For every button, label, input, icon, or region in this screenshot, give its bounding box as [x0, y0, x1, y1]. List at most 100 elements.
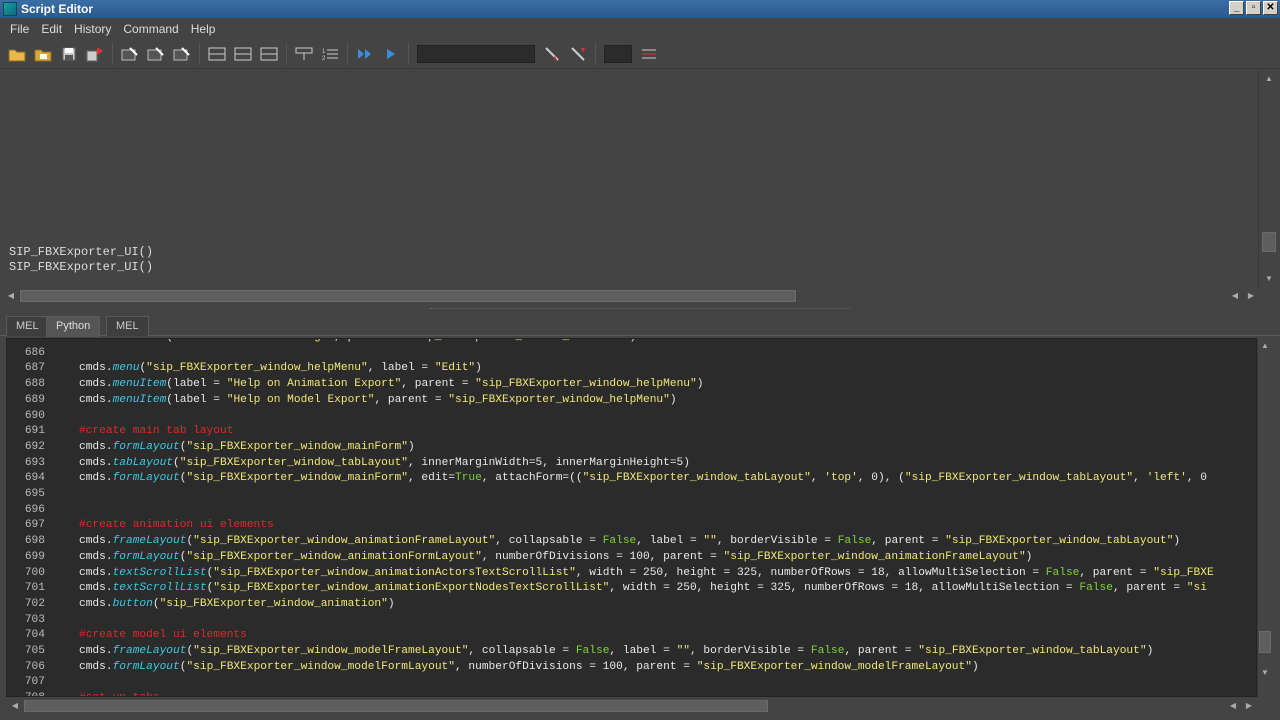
- show-input-only-icon[interactable]: [232, 43, 254, 65]
- line-number: 704: [24, 629, 45, 642]
- code-line: 688 cmds.menuItem(label = "Help on Animat…: [7, 376, 1256, 392]
- line-number: 686: [24, 346, 45, 359]
- search-field[interactable]: [417, 45, 535, 63]
- menu-command[interactable]: Command: [117, 22, 184, 36]
- goto-line-icon[interactable]: [638, 43, 660, 65]
- scroll-thumb[interactable]: [1262, 232, 1276, 252]
- tab-mel[interactable]: MEL: [6, 316, 49, 336]
- scroll-down-arrow-icon[interactable]: ▼: [1258, 666, 1272, 680]
- close-button[interactable]: ✕: [1263, 1, 1278, 15]
- line-number: 702: [24, 597, 45, 610]
- code-text: cmds.formLayout("sip_FBXExporter_window_…: [79, 660, 979, 673]
- code-line: 686: [7, 345, 1256, 361]
- line-number: 706: [24, 660, 45, 673]
- scroll-left-step-icon[interactable]: ◀: [1228, 289, 1242, 303]
- search-next-icon[interactable]: [541, 43, 563, 65]
- line-number: 692: [24, 440, 45, 453]
- clear-all-icon[interactable]: [171, 43, 193, 65]
- goto-line-field[interactable]: [604, 45, 632, 63]
- history-line: SIP_FBXExporter_UI(): [9, 245, 154, 259]
- line-number: 694: [24, 472, 45, 485]
- history-pane[interactable]: SIP_FBXExporter_UI() SIP_FBXExporter_UI(…: [0, 70, 1258, 288]
- code-line: 702 cmds.button("sip_FBXExporter_window_a…: [7, 596, 1256, 612]
- echo-all-commands-icon[interactable]: [293, 43, 315, 65]
- code-line: 708 #set up tabs: [7, 690, 1256, 696]
- scroll-up-arrow-icon[interactable]: ▲: [1258, 339, 1272, 353]
- toolbar-separator: [595, 43, 596, 65]
- code-text: cmds.formLayout("sip_FBXExporter_window_…: [79, 472, 1208, 485]
- maya-app-icon: [3, 2, 17, 16]
- menu-edit[interactable]: Edit: [35, 22, 68, 36]
- scroll-thumb[interactable]: [1259, 631, 1271, 653]
- code-line: 707: [7, 674, 1256, 690]
- code-text: cmds.menuItem(label = "Help on Model Exp…: [79, 393, 677, 406]
- code-line: 689 cmds.menuItem(label = "Help on Model …: [7, 392, 1256, 408]
- code-text: cmds.formLayout("sip_FBXExporter_window_…: [79, 550, 1033, 563]
- scroll-right-arrow-icon[interactable]: ▶: [1242, 699, 1256, 713]
- editor-horizontal-scrollbar[interactable]: ◀ ◀ ▶: [0, 698, 1280, 714]
- code-text: #create main tab layout: [79, 425, 234, 438]
- show-both-icon[interactable]: [258, 43, 280, 65]
- line-number: 696: [24, 503, 45, 516]
- code-line: 696: [7, 502, 1256, 518]
- history-vertical-scrollbar[interactable]: ▲ ▼: [1258, 70, 1280, 288]
- code-line: 690: [7, 408, 1256, 424]
- line-number: 703: [24, 613, 45, 626]
- scroll-right-arrow-icon[interactable]: ▶: [1244, 289, 1258, 303]
- toolbar-separator: [408, 43, 409, 65]
- source-script-icon[interactable]: [32, 43, 54, 65]
- toolbar-separator: [199, 43, 200, 65]
- line-number: 690: [24, 409, 45, 422]
- show-history-only-icon[interactable]: [206, 43, 228, 65]
- code-text: cmds.frameLayout("sip_FBXExporter_window…: [79, 535, 1181, 548]
- execute-icon[interactable]: [380, 43, 402, 65]
- svg-text:2: 2: [322, 56, 326, 62]
- code-line: 701 cmds.textScrollList("sip_FBXExporter_…: [7, 580, 1256, 596]
- code-text: cmds.textScrollList("sip_FBXExporter_win…: [79, 582, 1207, 595]
- line-number: 688: [24, 378, 45, 391]
- tab-bar: MEL Python MEL: [0, 314, 1280, 337]
- code-editor[interactable]: 685cmds.menuItem(label = "Batch Settings…: [6, 338, 1257, 697]
- scroll-thumb[interactable]: [24, 700, 768, 712]
- line-number: 693: [24, 456, 45, 469]
- code-text: #set up tabs: [79, 690, 160, 696]
- save-script-to-shelf-icon[interactable]: [84, 43, 106, 65]
- editor-vertical-scrollbar[interactable]: ▲ ▼: [1257, 338, 1272, 697]
- save-script-icon[interactable]: [58, 43, 80, 65]
- code-text: cmds.menu("sip_FBXExporter_window_helpMe…: [79, 362, 482, 375]
- tab-python[interactable]: Python: [46, 316, 101, 337]
- scroll-left-arrow-icon[interactable]: ◀: [8, 699, 22, 713]
- scroll-down-arrow-icon[interactable]: ▼: [1262, 272, 1276, 286]
- line-number: 687: [24, 362, 45, 375]
- pane-splitter[interactable]: [0, 304, 1280, 314]
- code-line: 705 cmds.frameLayout("sip_FBXExporter_win…: [7, 643, 1256, 659]
- code-text: cmds.menuItem(label = "Help on Animation…: [79, 378, 704, 391]
- minimize-button[interactable]: _: [1229, 1, 1244, 15]
- code-line: 706 cmds.formLayout("sip_FBXExporter_wind…: [7, 659, 1256, 675]
- clear-history-icon[interactable]: [119, 43, 141, 65]
- code-line: 699 cmds.formLayout("sip_FBXExporter_wind…: [7, 549, 1256, 565]
- execute-all-icon[interactable]: [354, 43, 376, 65]
- scroll-left-step-icon[interactable]: ◀: [1226, 699, 1240, 713]
- tab-mel-2[interactable]: MEL: [106, 316, 149, 336]
- code-line: 694 cmds.formLayout("sip_FBXExporter_wind…: [7, 470, 1256, 486]
- toolbar-separator: [286, 43, 287, 65]
- menu-help[interactable]: Help: [185, 22, 222, 36]
- show-line-numbers-icon[interactable]: 12: [319, 43, 341, 65]
- window-title: Script Editor: [21, 2, 94, 16]
- scroll-up-arrow-icon[interactable]: ▲: [1262, 72, 1276, 86]
- menu-history[interactable]: History: [68, 22, 117, 36]
- history-horizontal-scrollbar[interactable]: ◀ ◀ ▶: [0, 288, 1280, 304]
- scroll-thumb[interactable]: [20, 290, 796, 302]
- open-script-icon[interactable]: [6, 43, 28, 65]
- menu-file[interactable]: File: [4, 22, 35, 36]
- line-number: 700: [24, 566, 45, 579]
- search-previous-icon[interactable]: [567, 43, 589, 65]
- restore-button[interactable]: ▫: [1246, 1, 1261, 15]
- code-line: 687 cmds.menu("sip_FBXExporter_window_hel…: [7, 360, 1256, 376]
- line-number: 691: [24, 425, 45, 438]
- code-text: #create model ui elements: [79, 629, 247, 642]
- clear-input-icon[interactable]: [145, 43, 167, 65]
- scroll-left-arrow-icon[interactable]: ◀: [4, 289, 18, 303]
- code-text: cmds.tabLayout("sip_FBXExporter_window_t…: [79, 456, 690, 469]
